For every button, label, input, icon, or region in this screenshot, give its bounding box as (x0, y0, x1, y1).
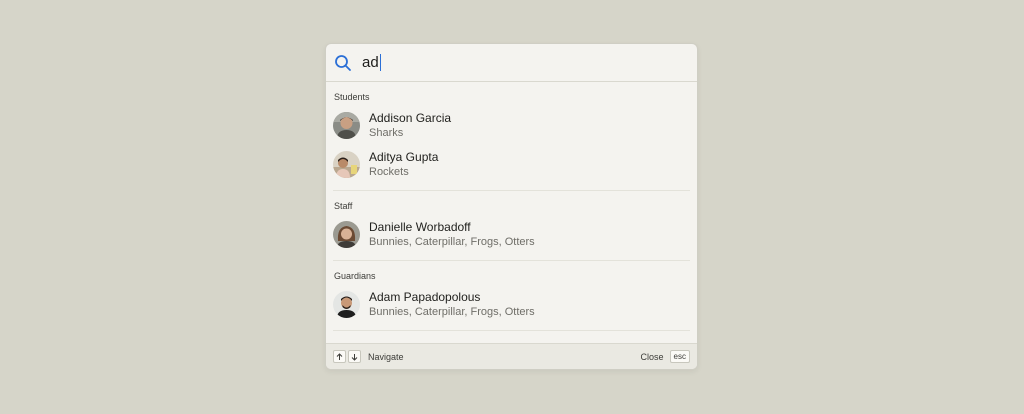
avatar (333, 221, 360, 248)
arrow-up-icon (336, 352, 343, 360)
results-list: Students Addison Garcia Sharks Aditya Gu… (326, 82, 697, 343)
result-text: Danielle Worbadoff Bunnies, Caterpillar,… (369, 220, 535, 250)
text-caret (379, 54, 381, 71)
avatar (333, 151, 360, 178)
arrow-down-key (348, 350, 361, 363)
search-bar: ad (326, 44, 697, 82)
result-item[interactable]: Aditya Gupta Rockets (333, 145, 690, 184)
result-groups: Sharks (369, 126, 404, 139)
result-item[interactable]: Danielle Worbadoff Bunnies, Caterpillar,… (333, 215, 690, 254)
search-icon (334, 54, 352, 72)
arrow-down-icon (351, 353, 358, 361)
navigate-hint: Navigate (368, 351, 404, 362)
result-groups: Rockets (369, 165, 409, 178)
section-title: Staff (334, 201, 353, 211)
result-text: Aditya Gupta Rockets (369, 150, 438, 180)
search-input[interactable]: ad (362, 54, 662, 71)
palette-footer: Navigate Close esc (326, 343, 697, 369)
close-hint[interactable]: Close (641, 352, 664, 362)
avatar (333, 291, 360, 318)
search-palette: ad Students Addison Garcia Sharks Aditya… (325, 43, 698, 370)
section-staff: Staff Danielle Worbadoff Bunnies, Caterp… (333, 201, 690, 261)
result-item[interactable]: Adam Papadopolous Bunnies, Caterpillar, … (333, 285, 690, 324)
esc-key[interactable]: esc (669, 350, 690, 363)
result-name: Aditya Gupta (369, 149, 439, 164)
result-name: Adam Papadopolous (369, 289, 481, 304)
result-text: Adam Papadopolous Bunnies, Caterpillar, … (369, 290, 535, 320)
result-item[interactable]: Addison Garcia Sharks (333, 106, 690, 145)
section-title: Guardians (334, 271, 376, 281)
result-groups: Bunnies, Caterpillar, Frogs, Otters (369, 235, 535, 248)
result-text: Addison Garcia Sharks (369, 111, 451, 141)
arrow-up-key (333, 350, 346, 363)
result-groups: Bunnies, Caterpillar, Frogs, Otters (369, 305, 535, 318)
avatar (333, 112, 360, 139)
section-students: Students Addison Garcia Sharks Aditya Gu… (333, 92, 690, 191)
result-name: Danielle Worbadoff (369, 219, 471, 234)
result-name: Addison Garcia (369, 110, 452, 125)
section-title: Students (334, 92, 370, 102)
search-input-value: ad (362, 54, 379, 71)
section-guardians: Guardians Adam Papadopolous Bunnies, Cat… (333, 271, 690, 331)
